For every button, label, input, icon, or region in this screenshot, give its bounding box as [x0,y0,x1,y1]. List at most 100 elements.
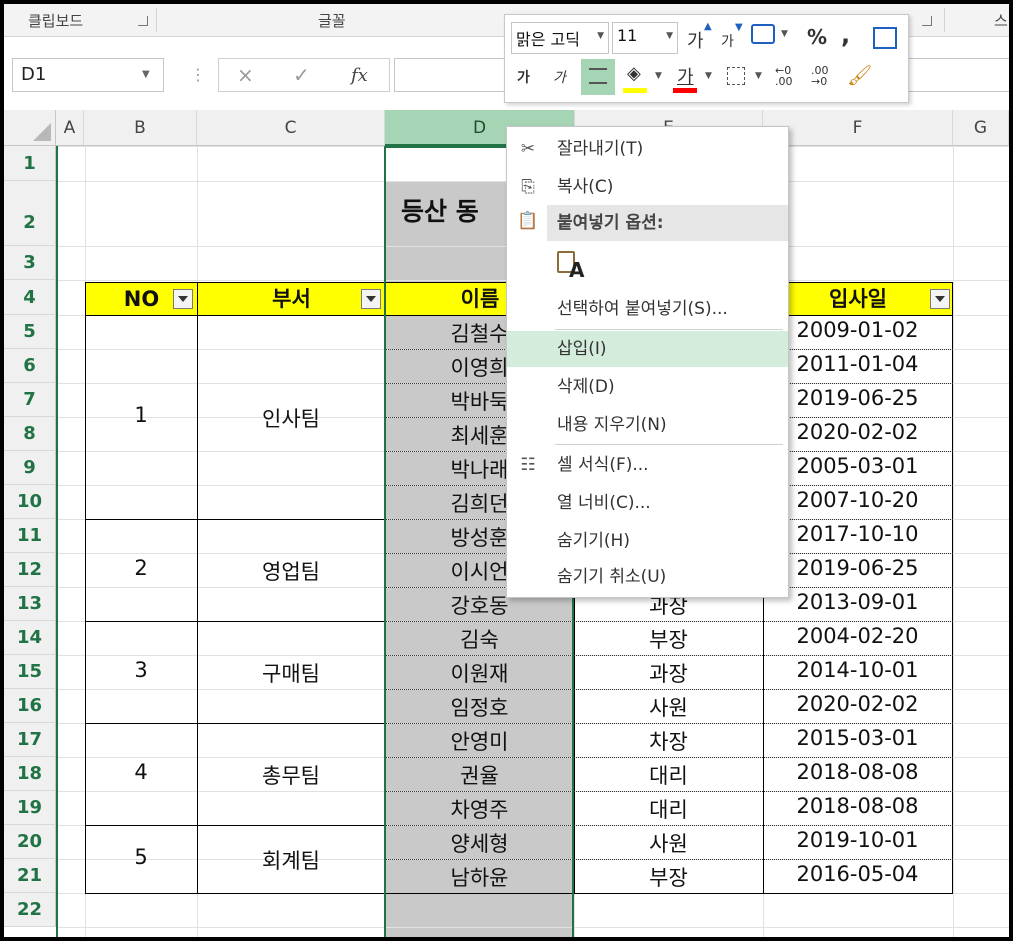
date-cell[interactable]: 2005-03-01 [763,454,952,478]
filter-dropdown-icon[interactable] [361,289,381,309]
row-header-14[interactable]: 14 [4,621,56,655]
name-cell[interactable]: 이원재 [385,658,574,688]
date-cell[interactable]: 2007-10-20 [763,488,952,512]
column-header-g[interactable]: G [953,110,1009,146]
date-cell[interactable]: 2015-03-01 [763,726,952,750]
clipboard-launcher-icon[interactable] [138,16,148,26]
grow-font-icon[interactable]: 가 [687,27,704,53]
chevron-down-icon[interactable]: ▼ [755,71,762,81]
name-cell[interactable]: 임정호 [385,692,574,722]
name-cell[interactable]: 남하윤 [385,862,574,892]
row-header-21[interactable]: 21 [4,859,56,893]
row-header-17[interactable]: 17 [4,723,56,757]
chevron-down-icon[interactable]: ▼ [655,71,662,81]
date-cell[interactable]: 2020-02-02 [763,692,952,716]
date-cell[interactable]: 2019-10-01 [763,828,952,852]
row-header-5[interactable]: 5 [4,315,56,349]
font-color-icon[interactable]: 가 [677,63,694,89]
date-cell[interactable]: 2009-01-02 [763,318,952,342]
row-header-4[interactable]: 4 [4,280,56,315]
splitter-handle-icon[interactable]: ⋮ [190,65,206,84]
row-header-11[interactable]: 11 [4,519,56,553]
rank-cell[interactable]: 과장 [574,658,763,688]
row-header-19[interactable]: 19 [4,791,56,825]
filter-dropdown-icon[interactable] [173,289,193,309]
row-header-1[interactable]: 1 [4,146,56,181]
row-header-7[interactable]: 7 [4,383,56,417]
date-cell[interactable]: 2014-10-01 [763,658,952,682]
row-header-16[interactable]: 16 [4,689,56,723]
row-header-22[interactable]: 22 [4,893,56,927]
column-header-a[interactable]: A [56,110,84,146]
menu-item-cut[interactable]: ✂ 잘라내기(T) [507,131,788,167]
name-cell[interactable]: 김숙 [385,624,574,654]
decrease-decimal-icon[interactable]: .00 →0 [811,65,841,87]
chevron-down-icon[interactable]: ▼ [666,31,673,41]
menu-item-insert[interactable]: 삽입(I) [507,331,788,367]
date-cell[interactable]: 2018-08-08 [763,760,952,784]
cancel-icon[interactable]: × [237,63,254,87]
row-header-9[interactable]: 9 [4,451,56,485]
accounting-format-icon[interactable] [751,24,775,44]
percent-style-icon[interactable]: % [807,25,827,49]
filter-dropdown-icon[interactable] [930,289,950,309]
font-size-box[interactable]: 11 ▼ [612,22,678,54]
enter-icon[interactable]: ✓ [293,63,310,87]
row-header-6[interactable]: 6 [4,349,56,383]
row-header-10[interactable]: 10 [4,485,56,519]
date-cell[interactable]: 2017-10-10 [763,522,952,546]
menu-item-copy[interactable]: ⎘ 복사(C) [507,169,788,205]
row-header-20[interactable]: 20 [4,825,56,859]
chevron-down-icon[interactable]: ▼ [597,31,604,41]
borders-icon[interactable] [727,67,745,85]
row-header-15[interactable]: 15 [4,655,56,689]
rank-cell[interactable]: 차장 [574,726,763,756]
fill-color-icon[interactable]: ◈ [627,63,641,84]
rank-cell[interactable]: 대리 [574,794,763,824]
chevron-down-icon[interactable]: ▼ [705,71,712,81]
format-painter-icon[interactable]: 🖌 [847,63,872,87]
chevron-down-icon[interactable]: ▼ [781,29,788,39]
row-header-12[interactable]: 12 [4,553,56,587]
rank-cell[interactable]: 대리 [574,760,763,790]
insert-function-icon[interactable]: fx [351,65,368,86]
merge-center-icon[interactable] [873,27,897,49]
row-header-13[interactable]: 13 [4,587,56,621]
comma-style-icon[interactable]: , [841,21,850,49]
font-name-box[interactable]: 맑은 고딕 ▼ [511,22,609,54]
select-all-button[interactable] [4,110,56,146]
name-cell[interactable]: 권율 [385,760,574,790]
date-cell[interactable]: 2018-08-08 [763,794,952,818]
rank-cell[interactable]: 사원 [574,828,763,858]
paste-option-formatting[interactable]: A [507,245,788,291]
date-cell[interactable]: 2019-06-25 [763,556,952,580]
number-launcher-icon[interactable] [922,16,932,26]
name-cell[interactable]: 안영미 [385,726,574,756]
date-cell[interactable]: 2020-02-02 [763,420,952,444]
menu-item-column-width[interactable]: 열 너비(C)... [507,485,788,521]
rank-cell[interactable]: 부장 [574,862,763,892]
shrink-font-icon[interactable]: 가 [721,31,734,51]
menu-item-unhide[interactable]: 숨기기 취소(U) [507,559,788,595]
column-header-b[interactable]: B [84,110,197,146]
row-header-3[interactable]: 3 [4,246,56,280]
name-cell[interactable]: 양세형 [385,828,574,858]
italic-icon[interactable]: 가 [553,67,566,87]
name-cell[interactable]: 차영주 [385,794,574,824]
date-cell[interactable]: 2004-02-20 [763,624,952,648]
menu-item-hide[interactable]: 숨기기(H) [507,523,788,559]
column-header-c[interactable]: C [197,110,385,146]
rank-cell[interactable]: 사원 [574,692,763,722]
menu-item-format-cells[interactable]: ☷ 셀 서식(F)... [507,447,788,483]
date-cell[interactable]: 2016-05-04 [763,862,952,886]
increase-decimal-icon[interactable]: ←0 .00 [775,65,805,87]
menu-item-paste-special[interactable]: 선택하여 붙여넣기(S)... [507,291,788,327]
row-header-2[interactable]: 2 [4,181,56,246]
column-header-f[interactable]: F [763,110,953,146]
bold-icon[interactable]: 가 [517,67,530,87]
chevron-down-icon[interactable]: ▼ [142,69,150,80]
date-cell[interactable]: 2019-06-25 [763,386,952,410]
menu-item-clear-contents[interactable]: 내용 지우기(N) [507,407,788,443]
date-cell[interactable]: 2011-01-04 [763,352,952,376]
row-header-18[interactable]: 18 [4,757,56,791]
